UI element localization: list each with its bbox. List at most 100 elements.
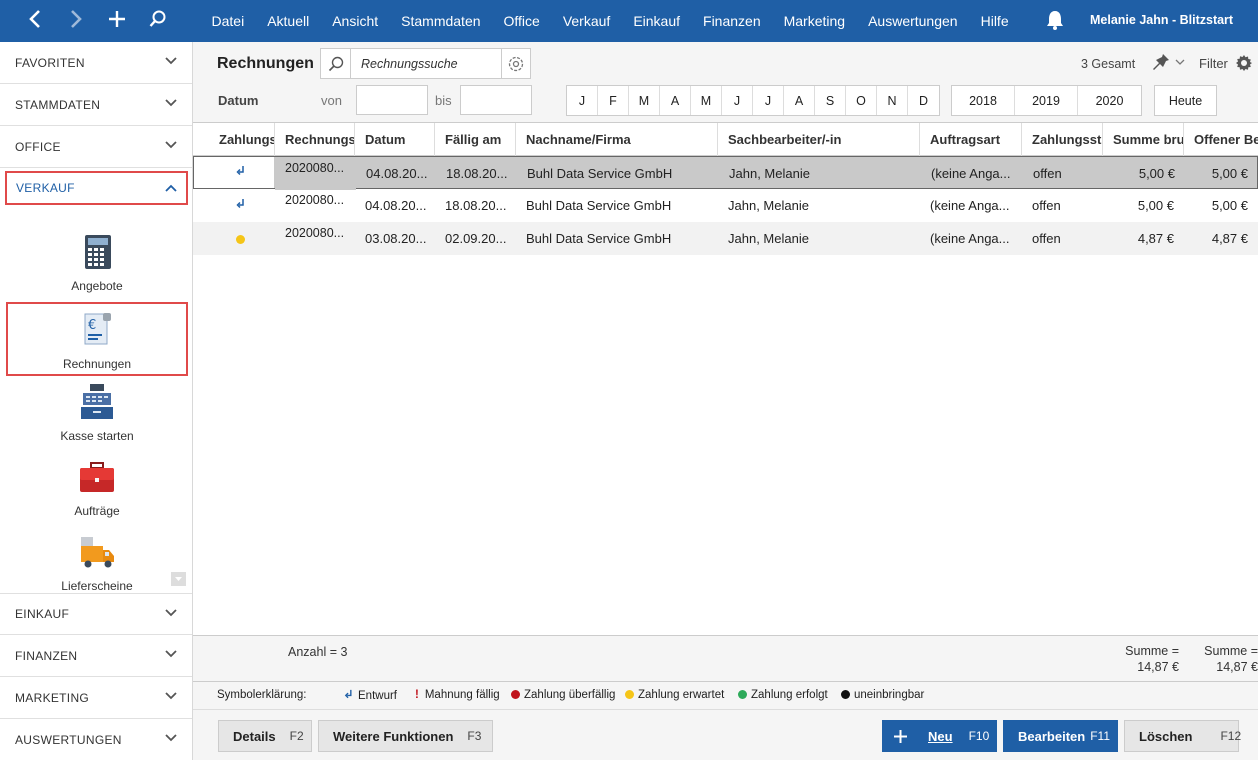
von-label: von <box>321 93 342 108</box>
neu-button[interactable]: Neu F10 <box>882 720 997 752</box>
month-feb[interactable]: F <box>598 86 629 115</box>
sum-label: Summe = <box>1125 644 1179 658</box>
pin-dropdown[interactable] <box>1151 52 1187 74</box>
menu-office[interactable]: Office <box>492 13 551 29</box>
search-icon[interactable] <box>321 49 351 78</box>
col-auftragsart[interactable]: Auftragsart <box>920 123 1022 156</box>
user-name[interactable]: Melanie Jahn - Blitzstart <box>1090 13 1233 27</box>
section-label: AUSWERTUNGEN <box>15 732 122 747</box>
col-datum[interactable]: Datum <box>355 123 435 156</box>
month-mar[interactable]: M <box>629 86 660 115</box>
legend-ueberfaellig: Zahlung überfällig <box>511 689 615 701</box>
cell-summe: 5,00 € <box>1137 198 1174 213</box>
sidebar: FAVORITEN STAMMDATEN OFFICE VERKAUF Ange… <box>0 42 193 760</box>
date-to-input[interactable] <box>460 85 532 115</box>
details-button[interactable]: Details F2 <box>218 720 312 752</box>
menu-datei[interactable]: Datei <box>200 13 256 29</box>
col-offener-betrag[interactable]: Offener Be <box>1184 123 1258 156</box>
green-dot-icon <box>738 690 747 699</box>
cell-zahlungsstatus: offen <box>1032 198 1061 213</box>
col-sachbearbeiter[interactable]: Sachbearbeiter/-in <box>718 123 920 156</box>
month-aug[interactable]: A <box>784 86 815 115</box>
section-label: EINKAUF <box>15 607 70 621</box>
tile-rechnungen[interactable]: € Rechnungen <box>6 302 188 376</box>
gear-icon[interactable] <box>1235 54 1253 72</box>
menu-hilfe[interactable]: Hilfe <box>969 13 1020 29</box>
filter-button[interactable]: Filter <box>1199 56 1228 71</box>
col-rechnungsnr[interactable]: Rechnungs <box>275 123 355 156</box>
menu-ansicht[interactable]: Ansicht <box>321 13 390 29</box>
col-zahlungsstatus[interactable]: Zahlungs <box>193 123 275 156</box>
menu-stammdaten[interactable]: Stammdaten <box>390 13 492 29</box>
cell-sachbearbeiter: Jahn, Melanie <box>728 231 809 246</box>
cell-summe: 4,87 € <box>1137 231 1174 246</box>
month-nov[interactable]: N <box>877 86 908 115</box>
sidebar-section-auswertungen[interactable]: AUSWERTUNGEN <box>0 719 192 760</box>
cell-auftragsart: (keine Anga... <box>930 198 1010 213</box>
chevron-down-icon <box>165 57 177 65</box>
svg-text:€: € <box>88 318 96 333</box>
search-icon[interactable] <box>143 8 173 34</box>
sidebar-section-verkauf[interactable]: VERKAUF <box>5 171 188 205</box>
month-jun[interactable]: J <box>722 86 753 115</box>
today-button[interactable]: Heute <box>1154 85 1217 116</box>
loeschen-button[interactable]: Löschen F12 <box>1124 720 1241 752</box>
sidebar-section-office[interactable]: OFFICE <box>0 126 192 168</box>
col-zahlungsstatus-text[interactable]: Zahlungsst <box>1022 123 1103 156</box>
month-jan[interactable]: J <box>567 86 598 115</box>
cell-sachbearbeiter: Jahn, Melanie <box>729 166 810 181</box>
menu-marketing[interactable]: Marketing <box>772 13 856 29</box>
month-apr[interactable]: A <box>660 86 691 115</box>
tile-auftraege[interactable]: Aufträge <box>6 455 188 529</box>
bearbeiten-button[interactable]: Bearbeiten F11 <box>1003 720 1118 752</box>
month-oct[interactable]: O <box>846 86 877 115</box>
tile-label: Lieferscheine <box>61 579 133 593</box>
sidebar-section-favoriten[interactable]: FAVORITEN <box>0 42 192 84</box>
search-input[interactable]: Rechnungssuche <box>351 57 458 71</box>
weitere-funktionen-button[interactable]: Weitere Funktionen F3 <box>318 720 493 752</box>
sidebar-section-einkauf[interactable]: EINKAUF <box>0 593 192 635</box>
month-jul[interactable]: J <box>753 86 784 115</box>
menu-finanzen[interactable]: Finanzen <box>692 13 773 29</box>
tile-angebote[interactable]: Angebote <box>6 230 188 304</box>
cell-summe: 5,00 € <box>1138 166 1175 181</box>
col-summe-brutto[interactable]: Summe bru <box>1103 123 1184 156</box>
sidebar-section-stammdaten[interactable]: STAMMDATEN <box>0 84 192 126</box>
bis-label: bis <box>435 93 452 108</box>
menu-einkauf[interactable]: Einkauf <box>622 13 692 29</box>
table-row[interactable]: 2020080... 04.08.20... 18.08.20... Buhl … <box>193 189 1258 222</box>
sidebar-section-finanzen[interactable]: FINANZEN <box>0 635 192 677</box>
invoice-euro-icon: € <box>84 313 111 345</box>
year-2020[interactable]: 2020 <box>1078 86 1141 115</box>
scroll-down-button[interactable] <box>171 572 186 586</box>
search-settings-button[interactable] <box>501 48 531 79</box>
sum-label: Summe = <box>1204 644 1258 658</box>
date-from-input[interactable] <box>356 85 428 115</box>
menu-aktuell[interactable]: Aktuell <box>256 13 321 29</box>
table-row[interactable]: 2020080... 03.08.20... 02.09.20... Buhl … <box>193 222 1258 255</box>
menu-auswertungen[interactable]: Auswertungen <box>857 13 970 29</box>
menu-verkauf[interactable]: Verkauf <box>551 13 621 29</box>
col-faellig[interactable]: Fällig am <box>435 123 516 156</box>
briefcase-icon <box>80 462 114 492</box>
legend-mahnung: ! Mahnung fällig <box>415 689 500 701</box>
sidebar-section-marketing[interactable]: MARKETING <box>0 677 192 719</box>
month-dec[interactable]: D <box>908 86 939 115</box>
add-icon[interactable] <box>102 8 132 34</box>
datum-label: Datum <box>218 93 259 108</box>
tile-kasse-starten[interactable]: Kasse starten <box>6 380 188 454</box>
month-sep[interactable]: S <box>815 86 846 115</box>
month-may[interactable]: M <box>691 86 722 115</box>
year-2019[interactable]: 2019 <box>1015 86 1078 115</box>
back-icon[interactable] <box>20 8 50 34</box>
table-row[interactable]: 2020080... 04.08.20... 18.08.20... Buhl … <box>193 156 1258 190</box>
col-firma[interactable]: Nachname/Firma <box>516 123 718 156</box>
bell-icon[interactable] <box>1044 9 1066 31</box>
year-2018[interactable]: 2018 <box>952 86 1015 115</box>
search-box[interactable]: Rechnungssuche <box>320 48 531 79</box>
forward-icon[interactable] <box>61 8 91 34</box>
section-label: OFFICE <box>15 139 61 154</box>
cell-firma: Buhl Data Service GmbH <box>526 231 672 246</box>
black-dot-icon <box>841 690 850 699</box>
legend-erwartet: Zahlung erwartet <box>625 689 724 701</box>
